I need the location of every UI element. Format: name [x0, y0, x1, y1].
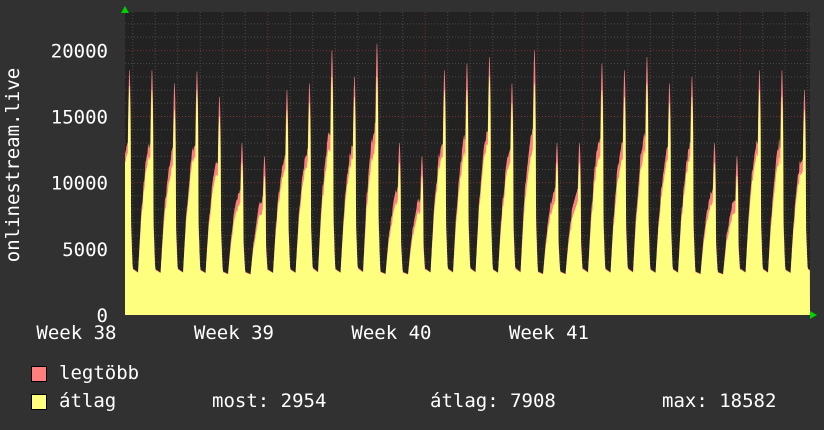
- x-tick-label: Week 38: [36, 322, 116, 344]
- x-ticks: Week 38 Week 39 Week 40 Week 41: [36, 322, 589, 344]
- legend-label-legtobb: legtöbb: [59, 362, 140, 384]
- x-tick-label: Week 41: [509, 322, 589, 344]
- legend-swatch-atlag: [31, 394, 47, 410]
- x-tick-label: Week 39: [194, 322, 274, 344]
- y-tick-label: 5000: [62, 239, 108, 261]
- y-axis-label: onlinestream.live: [2, 68, 24, 262]
- y-axis-arrow-icon: [121, 6, 129, 13]
- y-tick-label: 10000: [51, 173, 108, 195]
- y-tick-label: 20000: [51, 40, 108, 62]
- stat-atlag: átlag: 7908: [430, 390, 556, 412]
- y-ticks: 05000100001500020000: [51, 40, 108, 327]
- legend-swatch-legtobb: [31, 366, 47, 382]
- x-tick-label: Week 40: [351, 322, 431, 344]
- legend-label-atlag: átlag: [59, 390, 117, 412]
- y-tick-label: 15000: [51, 107, 108, 129]
- stat-max: max: 18582: [662, 390, 777, 412]
- stat-most: most: 2954: [212, 390, 327, 412]
- x-axis-arrow-icon: [810, 311, 817, 319]
